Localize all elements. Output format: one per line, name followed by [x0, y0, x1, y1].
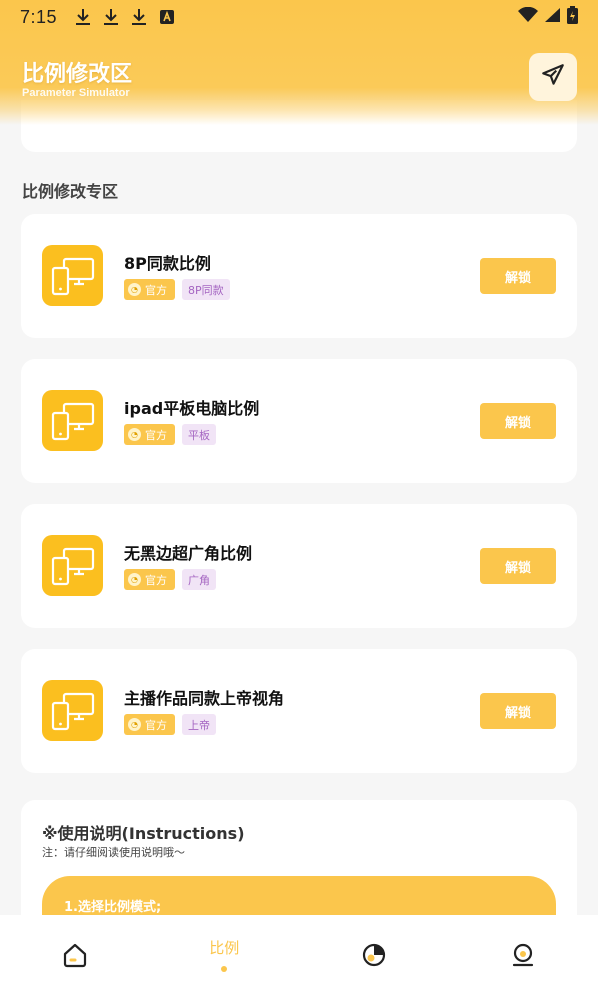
active-indicator [221, 966, 228, 972]
ratio-card: 无黑边超广角比例 ◔ 官方 广角 解锁 [21, 504, 577, 628]
nav-profile[interactable] [449, 915, 598, 998]
category-tag: 8P同款 [182, 279, 230, 300]
signal-icon [544, 7, 561, 28]
bottom-nav: 比例 [0, 915, 598, 998]
status-icons-right [518, 5, 578, 29]
screens-icon [42, 390, 103, 451]
category-tag: 上帝 [182, 714, 216, 735]
screens-icon [42, 680, 103, 741]
page-title: 比例修改区 [22, 62, 133, 87]
unlock-button[interactable]: 解锁 [480, 403, 556, 439]
battery-icon [567, 5, 578, 29]
screens-icon [42, 245, 103, 306]
category-tag: 平板 [182, 424, 216, 445]
official-tag: ◔ 官方 [124, 279, 175, 300]
official-tag-label: 官方 [145, 718, 167, 732]
download-icon [75, 8, 91, 26]
card-tags: ◔ 官方 广角 [124, 569, 216, 590]
card-title: 8P同款比例 [124, 254, 211, 273]
official-tag: ◔ 官方 [124, 714, 175, 735]
nav-ratio-label: 比例 [209, 939, 240, 957]
unlock-button[interactable]: 解锁 [480, 548, 556, 584]
card-title: 主播作品同款上帝视角 [124, 689, 285, 708]
card-title: ipad平板电脑比例 [124, 399, 260, 418]
instructions-note: 注：请仔细阅读使用说明哦～ [42, 846, 185, 859]
official-badge-icon: ◔ [128, 573, 141, 586]
nav-stats[interactable] [299, 915, 449, 998]
pie-chart-icon [361, 942, 387, 972]
status-icons-left [75, 8, 175, 26]
official-tag: ◔ 官方 [124, 424, 175, 445]
unlock-button[interactable]: 解锁 [480, 258, 556, 294]
category-tag: 广角 [182, 569, 216, 590]
font-icon [159, 8, 175, 26]
instructions-title: ※使用说明(Instructions) [42, 824, 245, 843]
official-badge-icon: ◔ [128, 428, 141, 441]
page-subtitle: Parameter Simulator [22, 87, 130, 99]
ratio-card: 主播作品同款上帝视角 ◔ 官方 上帝 解锁 [21, 649, 577, 773]
send-icon [540, 62, 566, 92]
card-tags: ◔ 官方 8P同款 [124, 279, 230, 300]
official-tag-label: 官方 [145, 573, 167, 587]
home-icon [62, 942, 88, 972]
official-badge-icon: ◔ [128, 283, 141, 296]
instruction-step-text: 1.选择比例模式; [64, 900, 162, 915]
official-tag-label: 官方 [145, 428, 167, 442]
official-tag-label: 官方 [145, 283, 167, 297]
status-bar: 7:15 [0, 0, 598, 34]
card-tags: ◔ 官方 平板 [124, 424, 216, 445]
screens-icon [42, 535, 103, 596]
official-badge-icon: ◔ [128, 718, 141, 731]
send-button[interactable] [529, 53, 577, 101]
download-icon [103, 8, 119, 26]
status-time: 7:15 [20, 6, 58, 27]
card-title: 无黑边超广角比例 [124, 544, 253, 563]
wifi-icon [518, 6, 538, 28]
download-icon [131, 8, 147, 26]
ratio-card: ipad平板电脑比例 ◔ 官方 平板 解锁 [21, 359, 577, 483]
nav-home[interactable] [0, 915, 150, 998]
card-tags: ◔ 官方 上帝 [124, 714, 216, 735]
official-tag: ◔ 官方 [124, 569, 175, 590]
section-title: 比例修改专区 [22, 182, 119, 201]
profile-icon [510, 942, 536, 972]
nav-ratio[interactable]: 比例 [150, 915, 300, 998]
app-header: 7:15 比例修改区 Parameter Simulator [0, 0, 598, 125]
ratio-card: 8P同款比例 ◔ 官方 8P同款 解锁 [21, 214, 577, 338]
unlock-button[interactable]: 解锁 [480, 693, 556, 729]
